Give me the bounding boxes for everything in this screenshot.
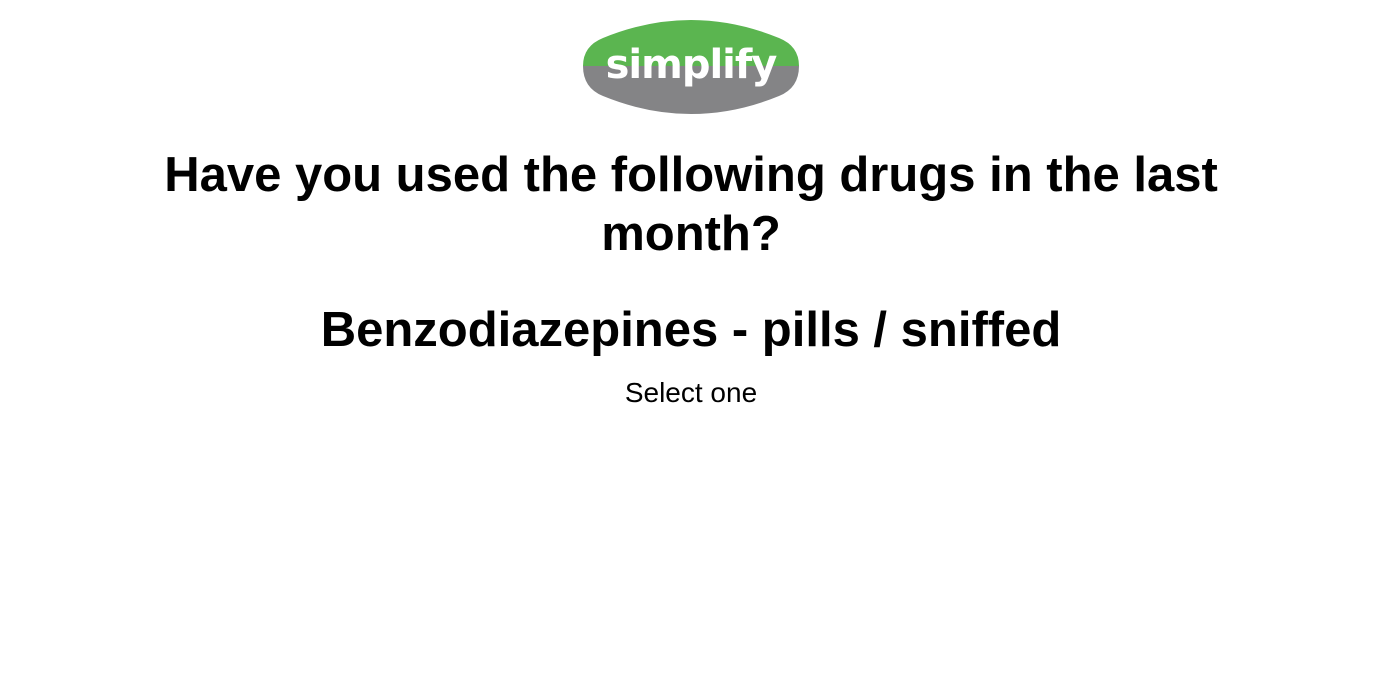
logo-badge: simplify bbox=[583, 20, 799, 114]
drug-name-heading: Benzodiazepines - pills / sniffed bbox=[320, 303, 1062, 357]
select-instruction: Select one bbox=[624, 377, 758, 408]
logo-wordmark: simplify bbox=[606, 42, 778, 88]
question-heading: Have you used the following drugs in the… bbox=[164, 148, 1218, 261]
simplify-logo: simplify bbox=[583, 10, 799, 120]
